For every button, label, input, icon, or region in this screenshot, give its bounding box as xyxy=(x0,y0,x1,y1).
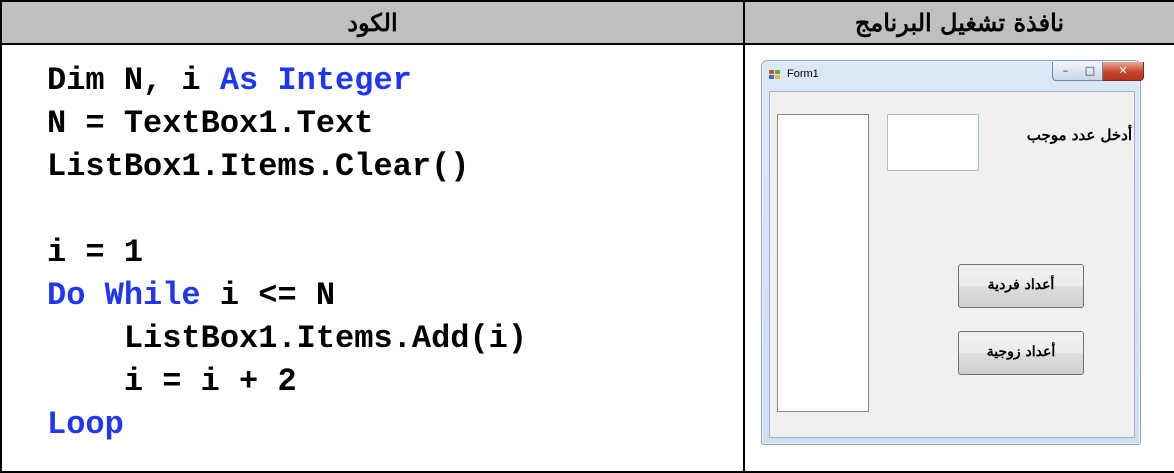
even-numbers-button[interactable]: أعداد زوجية xyxy=(958,331,1084,375)
prompt-label: أدخل عدد موجب xyxy=(1026,126,1132,144)
code-text: N = TextBox1.Text xyxy=(47,105,374,142)
code-text: i = i + 2 xyxy=(47,363,297,400)
title-bar[interactable]: Form1 – □ ✕ xyxy=(762,61,1144,91)
run-window-header: نافذة تشغيل البرنامج xyxy=(743,0,1174,45)
code-panel: Dim N, i As Integer N = TextBox1.Text List… xyxy=(0,43,745,473)
number-input[interactable] xyxy=(887,114,979,171)
run-window-panel: Form1 – □ ✕ أدخل عدد موجب أعداد فردية أع… xyxy=(743,43,1174,473)
code-keyword: Do While xyxy=(47,277,201,314)
code-keyword: As Integer xyxy=(219,62,412,99)
form-title: Form1 xyxy=(787,68,819,80)
close-icon: ✕ xyxy=(1118,64,1128,77)
code-line: Dim N, i As Integer xyxy=(47,59,527,102)
code-text: i = 1 xyxy=(47,234,144,271)
minimize-button[interactable]: – xyxy=(1052,62,1079,81)
code-line: i = 1 xyxy=(47,231,527,274)
code-text: Dim N, i xyxy=(47,62,220,99)
close-button[interactable]: ✕ xyxy=(1103,62,1144,81)
code-line: N = TextBox1.Text xyxy=(47,102,527,145)
layout-table: الكود نافذة تشغيل البرنامج Dim N, i As I… xyxy=(0,0,1174,473)
code-header: الكود xyxy=(0,0,745,45)
code-keyword: Loop xyxy=(47,406,124,443)
maximize-icon: □ xyxy=(1084,64,1096,77)
minimize-icon: – xyxy=(1062,64,1069,77)
maximize-button[interactable]: □ xyxy=(1078,62,1103,81)
code-line: Do While i <= N xyxy=(47,274,527,317)
listbox[interactable] xyxy=(777,114,869,412)
code-line: ListBox1.Items.Clear() xyxy=(47,145,527,188)
code-line: Loop xyxy=(47,403,527,446)
odd-numbers-button[interactable]: أعداد فردية xyxy=(958,264,1084,308)
code-text: i <= N xyxy=(200,277,336,314)
code-line: i = i + 2 xyxy=(47,360,527,403)
code-text: ListBox1.Items.Add(i) xyxy=(47,320,528,357)
code-line: ListBox1.Items.Add(i) xyxy=(47,317,527,360)
form-client-area: أدخل عدد موجب أعداد فردية أعداد زوجية xyxy=(769,91,1135,438)
form-icon xyxy=(769,70,781,81)
code-listing: Dim N, i As Integer N = TextBox1.Text List… xyxy=(47,59,527,446)
code-text: ListBox1.Items.Clear() xyxy=(47,148,470,185)
form-window: Form1 – □ ✕ أدخل عدد موجب أعداد فردية أع… xyxy=(761,60,1144,445)
